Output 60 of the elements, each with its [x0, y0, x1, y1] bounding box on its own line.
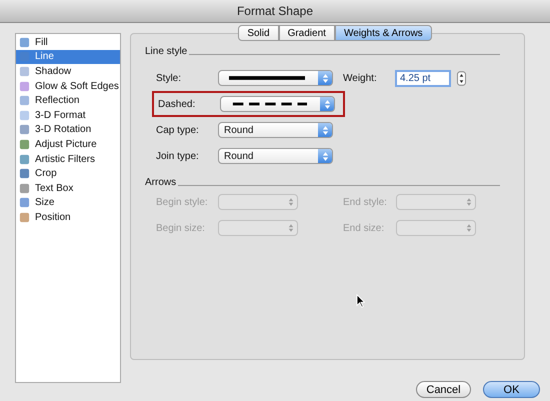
- line-sample-icon: [229, 75, 305, 81]
- sidebar-item[interactable]: Crop: [16, 166, 120, 181]
- item-icon: [19, 66, 30, 77]
- dialog-button[interactable]: Cancel: [416, 381, 471, 398]
- cursor-icon: [356, 294, 365, 308]
- sidebar-item[interactable]: Fill: [16, 35, 120, 50]
- window-title: Format Shape: [236, 4, 314, 18]
- sidebar-item[interactable]: 3-D Rotation: [16, 122, 120, 138]
- item-icon: [19, 197, 30, 208]
- dash-dropdown[interactable]: [220, 96, 335, 112]
- up-down-arrows-icon: [322, 72, 328, 84]
- sidebar-item[interactable]: Line: [16, 50, 120, 64]
- sidebar-item[interactable]: 3-D Format: [16, 108, 120, 123]
- dashed-line-icon: [231, 101, 307, 107]
- up-down-arrows-icon: [288, 197, 294, 207]
- item-icon: [19, 51, 30, 62]
- item-icon: [19, 168, 30, 180]
- field-label: Cap type:: [156, 124, 200, 136]
- item-icon: [19, 110, 30, 121]
- field-label: End size:: [343, 222, 386, 234]
- dropdown[interactable]: Round: [218, 148, 333, 164]
- tab[interactable]: Gradient: [278, 25, 335, 41]
- field-label: Dashed:: [158, 98, 196, 110]
- sidebar-item[interactable]: Artistic Filters: [16, 152, 120, 166]
- sidebar-item[interactable]: Glow & Soft Edges: [16, 78, 120, 94]
- field-label: End style:: [343, 196, 388, 208]
- section-heading: Line style: [145, 46, 188, 57]
- up-down-arrows-icon: [288, 223, 294, 233]
- up-down-arrows-icon: [322, 124, 328, 136]
- up-down-arrows-icon: [466, 223, 472, 233]
- item-icon: [19, 80, 30, 92]
- item-icon: [19, 182, 30, 194]
- dropdown[interactable]: Round: [218, 122, 333, 138]
- tab[interactable]: Solid: [238, 25, 279, 41]
- field-label: Style:: [156, 72, 182, 84]
- field-label: Join type:: [156, 150, 200, 162]
- item-icon: [19, 124, 30, 136]
- item-icon: [19, 95, 30, 106]
- item-icon: [19, 212, 30, 223]
- sidebar-item[interactable]: Reflection: [16, 93, 120, 108]
- sidebar-item[interactable]: Shadow: [16, 64, 120, 79]
- section-heading: Arrows: [145, 177, 176, 188]
- tab[interactable]: Weights & Arrows: [334, 25, 432, 41]
- dialog-button[interactable]: OK: [483, 381, 540, 398]
- field-label: Weight:: [343, 72, 378, 84]
- item-icon: [19, 154, 30, 165]
- up-down-arrows-icon: [324, 98, 330, 110]
- sidebar-item[interactable]: Text Box: [16, 180, 120, 196]
- item-icon: [19, 36, 30, 48]
- weight-field[interactable]: 4.25 pt: [395, 70, 451, 86]
- field-label: Begin style:: [156, 196, 209, 208]
- stepper-icon[interactable]: [457, 70, 466, 86]
- sidebar-item[interactable]: Position: [16, 210, 120, 225]
- sidebar-item[interactable]: Size: [16, 196, 120, 210]
- up-down-arrows-icon: [466, 197, 472, 207]
- up-down-arrows-icon: [322, 150, 328, 162]
- item-icon: [19, 138, 30, 150]
- field-label: Begin size:: [156, 222, 206, 234]
- sidebar-item[interactable]: Adjust Picture: [16, 137, 120, 152]
- style-dropdown[interactable]: [218, 70, 333, 86]
